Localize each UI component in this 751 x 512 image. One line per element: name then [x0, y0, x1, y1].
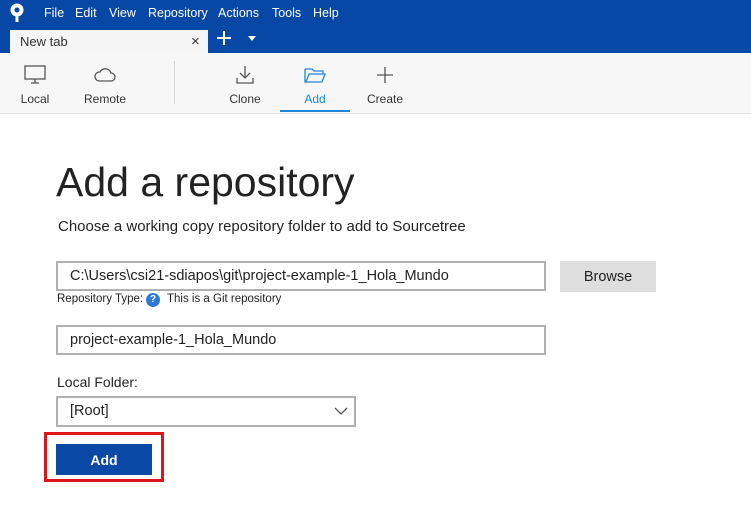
chevron-down-icon[interactable] [248, 36, 256, 41]
monitor-icon [24, 65, 46, 84]
help-icon[interactable]: ? [146, 293, 160, 307]
toolbar-local-button[interactable]: Local [0, 53, 70, 113]
toolbar-clone-label: Clone [229, 92, 261, 106]
repository-type-value: This is a Git repository [167, 293, 282, 305]
menu-view[interactable]: View [109, 6, 136, 20]
menu-file[interactable]: File [44, 6, 64, 20]
toolbar-create-label: Create [366, 92, 404, 106]
chevron-down-icon [334, 407, 348, 415]
toolbar-local-label: Local [20, 92, 50, 106]
menubar: File Edit View Repository Actions Tools … [0, 0, 751, 26]
menu-edit[interactable]: Edit [75, 6, 97, 20]
plus-icon [377, 67, 393, 83]
toolbar-remote-label: Remote [83, 92, 127, 106]
toolbar-remote-button[interactable]: Remote [70, 53, 140, 113]
repository-type-label: Repository Type: [57, 293, 144, 305]
repository-name-input[interactable] [56, 325, 546, 355]
sourcetree-logo-icon [10, 3, 24, 22]
local-folder-select[interactable]: [Root] [56, 396, 356, 427]
toolbar-divider [174, 61, 175, 104]
toolbar-clone-button[interactable]: Clone [210, 53, 280, 113]
new-tab-plus-icon[interactable] [215, 29, 233, 47]
cloud-icon [94, 68, 116, 82]
close-icon[interactable]: × [191, 33, 200, 50]
browse-button[interactable]: Browse [560, 261, 656, 292]
menu-repository[interactable]: Repository [148, 6, 208, 20]
menu-help[interactable]: Help [313, 6, 339, 20]
page-subtitle: Choose a working copy repository folder … [58, 218, 466, 235]
toolbar-add-button[interactable]: Add [280, 53, 350, 113]
download-icon [236, 66, 254, 84]
toolbar-add-label: Add [304, 92, 326, 106]
toolbar-create-button[interactable]: Create [350, 53, 420, 113]
folder-open-icon [304, 68, 326, 83]
tab-new-tab[interactable]: New tab × [10, 30, 208, 53]
toolbar: Local Remote Clone Add Create [0, 53, 751, 114]
tab-label: New tab [20, 34, 68, 49]
repository-path-input[interactable] [56, 261, 546, 291]
local-folder-label: Local Folder: [57, 374, 138, 390]
tab-bar: New tab × [0, 26, 751, 53]
menu-tools[interactable]: Tools [272, 6, 301, 20]
page-title: Add a repository [56, 159, 355, 205]
menu-actions[interactable]: Actions [218, 6, 259, 20]
add-button[interactable]: Add [56, 444, 152, 475]
active-tab-underline [280, 110, 350, 112]
local-folder-value: [Root] [70, 403, 109, 419]
